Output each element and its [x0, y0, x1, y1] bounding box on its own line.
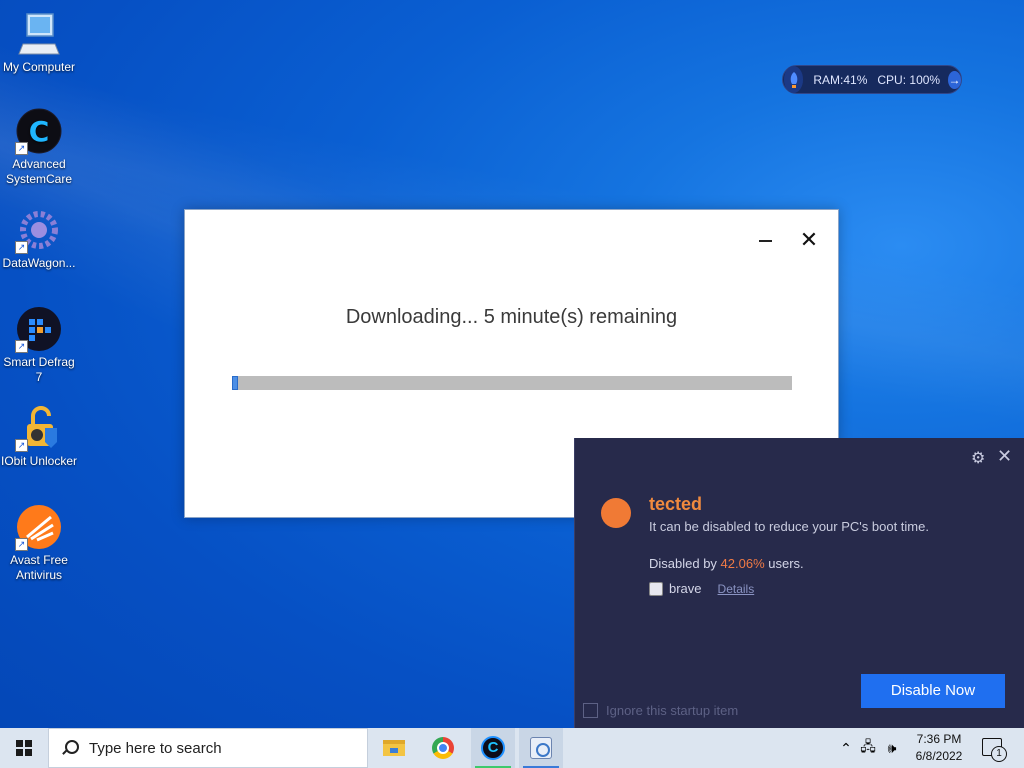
taskbar-clock[interactable]: 7:36 PM 6/8/2022: [908, 731, 970, 765]
avast-icon: ↗: [15, 503, 63, 551]
startup-item-panel: ⚙ ✕ tected It can be disabled to reduce …: [574, 438, 1024, 728]
windows-logo-icon: [16, 740, 32, 756]
taskbar-file-explorer[interactable]: [372, 728, 416, 768]
svg-text:C: C: [29, 115, 50, 148]
search-placeholder: Type here to search: [89, 739, 222, 757]
taskbar-chrome[interactable]: [421, 728, 465, 768]
clock-time: 7:36 PM: [916, 732, 962, 746]
download-progress-bar: [232, 376, 792, 390]
system-tray: ⌃ 🖧 🕪: [836, 728, 904, 768]
shortcut-arrow-icon: ↗: [15, 340, 28, 353]
startup-app-row: brave Details: [649, 581, 754, 596]
panel-heading: tected: [649, 494, 703, 514]
search-icon: [61, 739, 79, 757]
chevron-up-icon[interactable]: ⌃: [836, 740, 856, 757]
checkbox[interactable]: [583, 703, 598, 718]
panel-subtext: It can be disabled to reduce your PC's b…: [649, 519, 929, 534]
disabled-by-stat: Disabled by 42.06% users.: [649, 556, 804, 571]
volume-icon[interactable]: 🕪: [880, 740, 904, 757]
desktop-icon-label: My Computer: [2, 60, 76, 74]
start-button[interactable]: [0, 728, 48, 768]
desktop-icon-label: Smart Defrag 7: [3, 355, 75, 384]
desktop-icon-label: Advanced SystemCare: [5, 157, 73, 186]
arrow-right-icon[interactable]: →: [948, 70, 961, 89]
notification-count-badge: 1: [991, 746, 1007, 762]
smart-defrag-icon: ↗: [15, 305, 63, 353]
disable-now-button[interactable]: Disable Now: [861, 674, 1005, 708]
shortcut-arrow-icon: ↗: [15, 439, 28, 452]
warning-icon: [601, 498, 631, 528]
download-progress-fill: [232, 376, 238, 390]
close-icon[interactable]: ✕: [997, 446, 1012, 467]
chrome-icon: [432, 737, 454, 759]
ram-cpu-monitor-widget[interactable]: RAM:41% CPU: 100% →: [782, 65, 962, 94]
disabled-by-percent: 42.06%: [720, 556, 765, 571]
gear-icon[interactable]: ⚙: [971, 448, 985, 468]
ram-usage: RAM:41%: [813, 72, 868, 87]
advanced-systemcare-icon: C: [481, 736, 505, 760]
desktop-icon-iobit-unlocker[interactable]: ↗ IObit Unlocker: [0, 404, 78, 469]
ignore-startup-item-checkbox[interactable]: Ignore this startup item: [583, 703, 738, 718]
shortcut-arrow-icon: ↗: [15, 142, 28, 155]
desktop-icon-advanced-systemcare[interactable]: C ↗ Advanced SystemCare: [0, 107, 78, 187]
brave-app-icon: [649, 581, 663, 596]
clock-date: 6/8/2022: [915, 749, 963, 763]
download-status-text: Downloading... 5 minute(s) remaining: [345, 306, 678, 328]
rocket-icon[interactable]: [784, 66, 804, 93]
datawagon-icon: ↗: [15, 206, 63, 254]
desktop-icon-label: DataWagon...: [2, 256, 76, 270]
desktop-icon-label: Avast Free Antivirus: [10, 553, 68, 582]
disabled-by-prefix: Disabled by: [649, 556, 721, 571]
details-link[interactable]: Details: [718, 582, 755, 596]
desktop-icon-avast[interactable]: ↗ Avast Free Antivirus: [0, 503, 78, 583]
taskbar-advanced-systemcare[interactable]: C: [471, 728, 515, 768]
cpu-usage: CPU: 100%: [877, 72, 941, 87]
close-icon[interactable]: ✕: [799, 229, 819, 251]
setup-icon: [530, 737, 552, 759]
file-explorer-icon: [383, 740, 405, 756]
shortcut-arrow-icon: ↗: [15, 538, 28, 551]
desktop-icon-label: IObit Unlocker: [0, 454, 78, 468]
startup-app-name: brave: [669, 581, 702, 596]
disabled-by-suffix: users.: [764, 556, 804, 571]
minimize-icon[interactable]: [757, 232, 775, 250]
advanced-systemcare-icon: C ↗: [15, 107, 63, 155]
iobit-unlocker-icon: ↗: [15, 404, 63, 452]
computer-icon: [15, 10, 63, 58]
desktop-icon-smart-defrag[interactable]: ↗ Smart Defrag 7: [0, 305, 78, 385]
ignore-label: Ignore this startup item: [606, 703, 739, 718]
desktop-icon-datawagon[interactable]: ↗ DataWagon...: [0, 206, 78, 271]
taskbar-setup[interactable]: [519, 728, 563, 768]
taskbar-search-box[interactable]: Type here to search: [48, 728, 368, 768]
shortcut-arrow-icon: ↗: [15, 241, 28, 254]
taskbar: Type here to search C ⌃ 🖧 🕪 7:36 PM 6/8/…: [0, 728, 1024, 768]
desktop-icon-my-computer[interactable]: My Computer: [0, 10, 78, 75]
network-icon[interactable]: 🖧: [856, 736, 880, 760]
